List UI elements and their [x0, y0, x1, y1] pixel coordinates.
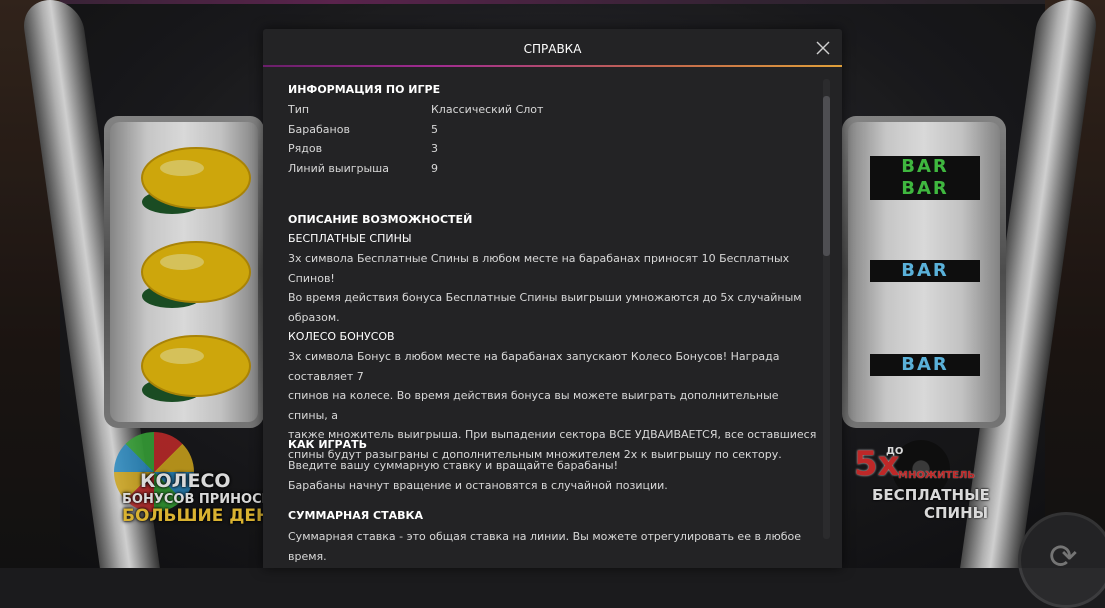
total-bet-text-line: Суммарная ставка - это общая ставка на л…	[288, 530, 802, 563]
info-row: Тип Классический Слот	[288, 100, 818, 120]
modal-body[interactable]: ИНФОРМАЦИЯ ПО ИГРЕ Тип Классический Слот…	[288, 79, 818, 568]
how-to-play-heading: КАК ИГРАТЬ	[288, 438, 368, 451]
bonus-wheel-text-line: 3x символа Бонус в любом месте на бараба…	[288, 350, 780, 383]
close-icon[interactable]	[815, 40, 831, 56]
how-to-play-text-line: Введите вашу суммарную ставку и вращайте…	[288, 459, 619, 472]
scrollbar-thumb[interactable]	[823, 96, 830, 256]
info-key: Барабанов	[288, 122, 350, 136]
free-spins-text-line: Во время действия бонуса Бесплатные Спин…	[288, 291, 802, 304]
total-bet-heading: СУММАРНАЯ СТАВКА	[288, 509, 424, 522]
free-spins-text-line: образом.	[288, 310, 340, 324]
free-spins-title: БЕСПЛАТНЫЕ СПИНЫ	[288, 232, 412, 245]
modal-title: СПРАВКА	[523, 42, 582, 56]
free-spins-text-line: 3x символа Бесплатные Спины в любом мест…	[288, 252, 790, 285]
bonus-wheel-title: КОЛЕСО БОНУСОВ	[288, 330, 395, 343]
info-key: Тип	[288, 103, 310, 116]
info-key: Линий выигрыша	[288, 162, 389, 176]
modal-header: СПРАВКА	[263, 29, 842, 68]
how-to-play-text-line: Барабаны начнут вращение и остановятся в…	[288, 478, 668, 492]
game-info-heading: ИНФОРМАЦИЯ ПО ИГРЕ	[288, 83, 441, 96]
info-value: 5	[431, 122, 438, 136]
info-key: Рядов	[288, 142, 323, 156]
help-modal: СПРАВКА ИНФОРМАЦИЯ ПО ИГРЕ Тип Классичес…	[263, 29, 842, 568]
info-row: Линий выигрыша 9	[288, 159, 818, 179]
features-heading: ОПИСАНИЕ ВОЗМОЖНОСТЕЙ	[288, 213, 473, 226]
info-value: 3	[431, 142, 438, 156]
bonus-wheel-text-line: спинов на колесе. Во время действия бону…	[288, 389, 779, 422]
info-value: Классический Слот	[431, 103, 544, 116]
game-info-table: Тип Классический Слот Барабанов 5 Рядов …	[288, 100, 818, 179]
info-value: 9	[431, 162, 438, 176]
info-row: Барабанов 5	[288, 120, 818, 140]
header-accent-line	[263, 65, 842, 67]
info-row: Рядов 3	[288, 139, 818, 159]
